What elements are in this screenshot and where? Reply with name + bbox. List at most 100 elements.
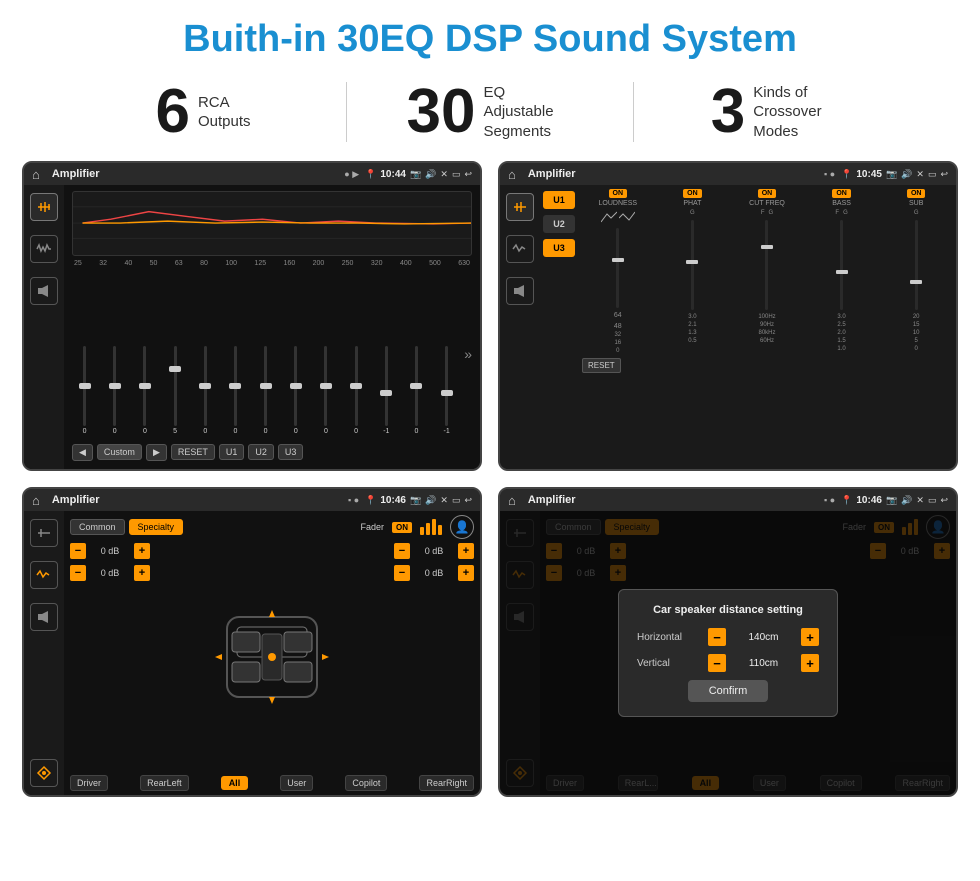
u2-btn[interactable]: U2 bbox=[543, 215, 575, 233]
bass-slider[interactable] bbox=[840, 220, 843, 310]
plus-4[interactable]: + bbox=[458, 565, 474, 581]
vertical-value: 110cm bbox=[732, 658, 795, 669]
wave-icon-3[interactable] bbox=[30, 561, 58, 589]
eq-slider-7[interactable]: 0 bbox=[253, 346, 278, 435]
copilot-btn[interactable]: Copilot bbox=[345, 775, 387, 791]
u3-btn[interactable]: U3 bbox=[543, 239, 575, 257]
status-bar-3: ⌂ Amplifier ▪ ● 📍 10:46 📷 🔊 ✕ ▭ ↩ bbox=[24, 489, 480, 511]
back-icon-2: ↩ bbox=[940, 169, 948, 180]
rearleft-btn[interactable]: RearLeft bbox=[140, 775, 189, 791]
confirm-button[interactable]: Confirm bbox=[688, 680, 768, 702]
eq-slider-10[interactable]: 0 bbox=[344, 346, 369, 435]
speaker-icon[interactable] bbox=[30, 277, 58, 305]
cutfreq-slider-f[interactable] bbox=[765, 220, 768, 310]
amp2-layout: U1 U2 U3 ON LOUDNESS bbox=[500, 185, 956, 469]
vertical-plus[interactable]: + bbox=[801, 654, 819, 672]
plus-1[interactable]: + bbox=[134, 543, 150, 559]
minus-4[interactable]: − bbox=[394, 565, 410, 581]
expand-icon[interactable]: » bbox=[464, 346, 472, 362]
eq-slider-3[interactable]: 0 bbox=[132, 346, 157, 435]
plus-3[interactable]: + bbox=[458, 543, 474, 559]
cutfreq-on[interactable]: ON bbox=[758, 189, 777, 198]
plus-2[interactable]: + bbox=[134, 565, 150, 581]
page-title: Buith-in 30EQ DSP Sound System bbox=[0, 0, 980, 71]
stat-crossover: 3 Kinds ofCrossover Modes bbox=[634, 81, 920, 143]
fader-bars bbox=[420, 519, 442, 535]
reset-btn-1[interactable]: RESET bbox=[171, 444, 215, 460]
u2-btn-1[interactable]: U2 bbox=[248, 444, 274, 460]
user-btn[interactable]: User bbox=[280, 775, 313, 791]
wave-icon[interactable] bbox=[30, 235, 58, 263]
u3-btn-1[interactable]: U3 bbox=[278, 444, 304, 460]
wave-icon-2[interactable] bbox=[506, 235, 534, 263]
minus-2[interactable]: − bbox=[70, 565, 86, 581]
eq-slider-13[interactable]: -1 bbox=[434, 346, 459, 435]
screen4-title: Amplifier bbox=[528, 494, 818, 506]
custom-btn[interactable]: Custom bbox=[97, 444, 142, 460]
eq-icon[interactable] bbox=[30, 193, 58, 221]
speaker-icon-3[interactable] bbox=[30, 603, 58, 631]
eq-slider-1[interactable]: 0 bbox=[72, 346, 97, 435]
specialty-tab[interactable]: Specialty bbox=[129, 519, 184, 535]
eq-slider-6[interactable]: 0 bbox=[223, 346, 248, 435]
bass-on[interactable]: ON bbox=[832, 189, 851, 198]
reset-btn-2[interactable]: RESET bbox=[582, 358, 621, 373]
eq-main: 253240506380100125160200250320400500630 … bbox=[64, 185, 480, 469]
stat-number-3: 3 bbox=[711, 81, 745, 143]
speaker-icon-2[interactable] bbox=[506, 277, 534, 305]
screen1-title: Amplifier bbox=[52, 168, 338, 180]
db-val-1: 0 dB bbox=[89, 546, 131, 556]
rect-icon-2: ▭ bbox=[928, 169, 937, 180]
stat-eq: 30 EQ AdjustableSegments bbox=[347, 81, 633, 143]
eq-icon-2[interactable] bbox=[506, 193, 534, 221]
eq-icon-3[interactable] bbox=[30, 519, 58, 547]
all-btn[interactable]: All bbox=[221, 776, 249, 790]
fader-on-badge[interactable]: ON bbox=[392, 522, 412, 533]
dialog-vertical-row: Vertical − 110cm + bbox=[637, 654, 819, 672]
camera-icon-4: 📷 bbox=[886, 495, 897, 506]
time-3: 10:46 bbox=[380, 495, 406, 506]
eq-slider-5[interactable]: 0 bbox=[193, 346, 218, 435]
prev-btn[interactable]: ◀ bbox=[72, 444, 93, 461]
driver-btn[interactable]: Driver bbox=[70, 775, 108, 791]
time-2: 10:45 bbox=[856, 169, 882, 180]
amp2-bottom: RESET bbox=[582, 358, 952, 373]
cross-left: − 0 dB + − 0 dB + bbox=[70, 543, 150, 771]
pin-icon-3: 📍 bbox=[365, 495, 376, 506]
phat-slider[interactable] bbox=[691, 220, 694, 310]
u1-btn-1[interactable]: U1 bbox=[219, 444, 245, 460]
horizontal-plus[interactable]: + bbox=[801, 628, 819, 646]
sub-slider[interactable] bbox=[915, 220, 918, 310]
volume-icon-2: 🔊 bbox=[901, 169, 912, 180]
eq-slider-8[interactable]: 0 bbox=[283, 346, 308, 435]
next-btn[interactable]: ▶ bbox=[146, 444, 167, 461]
minus-3[interactable]: − bbox=[394, 543, 410, 559]
vertical-minus[interactable]: − bbox=[708, 654, 726, 672]
loudness-slider[interactable] bbox=[616, 228, 619, 308]
pin-icon-1: 📍 bbox=[365, 169, 376, 180]
person-icon[interactable]: 👤 bbox=[450, 515, 474, 539]
rearright-btn[interactable]: RearRight bbox=[419, 775, 474, 791]
home-icon-4[interactable]: ⌂ bbox=[508, 493, 516, 508]
eq-slider-12[interactable]: 0 bbox=[404, 346, 429, 435]
expand-icon-3[interactable] bbox=[30, 759, 58, 787]
eq-slider-4[interactable]: 5 bbox=[163, 346, 188, 435]
phat-on[interactable]: ON bbox=[683, 189, 702, 198]
horizontal-value: 140cm bbox=[732, 632, 795, 643]
common-tab[interactable]: Common bbox=[70, 519, 125, 535]
loudness-on[interactable]: ON bbox=[609, 189, 628, 198]
horizontal-minus[interactable]: − bbox=[708, 628, 726, 646]
u1-btn[interactable]: U1 bbox=[543, 191, 575, 209]
side-icons-3 bbox=[24, 511, 64, 795]
db-row-1: − 0 dB + bbox=[70, 543, 150, 559]
eq-slider-9[interactable]: 0 bbox=[313, 346, 338, 435]
eq-slider-11[interactable]: -1 bbox=[374, 346, 399, 435]
sub-on[interactable]: ON bbox=[907, 189, 926, 198]
minus-1[interactable]: − bbox=[70, 543, 86, 559]
stat-rca: 6 RCAOutputs bbox=[60, 81, 346, 143]
home-icon-2[interactable]: ⌂ bbox=[508, 167, 516, 182]
eq-slider-2[interactable]: 0 bbox=[102, 346, 127, 435]
home-icon-1[interactable]: ⌂ bbox=[32, 167, 40, 182]
home-icon-3[interactable]: ⌂ bbox=[32, 493, 40, 508]
db-row-4: − 0 dB + bbox=[394, 565, 474, 581]
